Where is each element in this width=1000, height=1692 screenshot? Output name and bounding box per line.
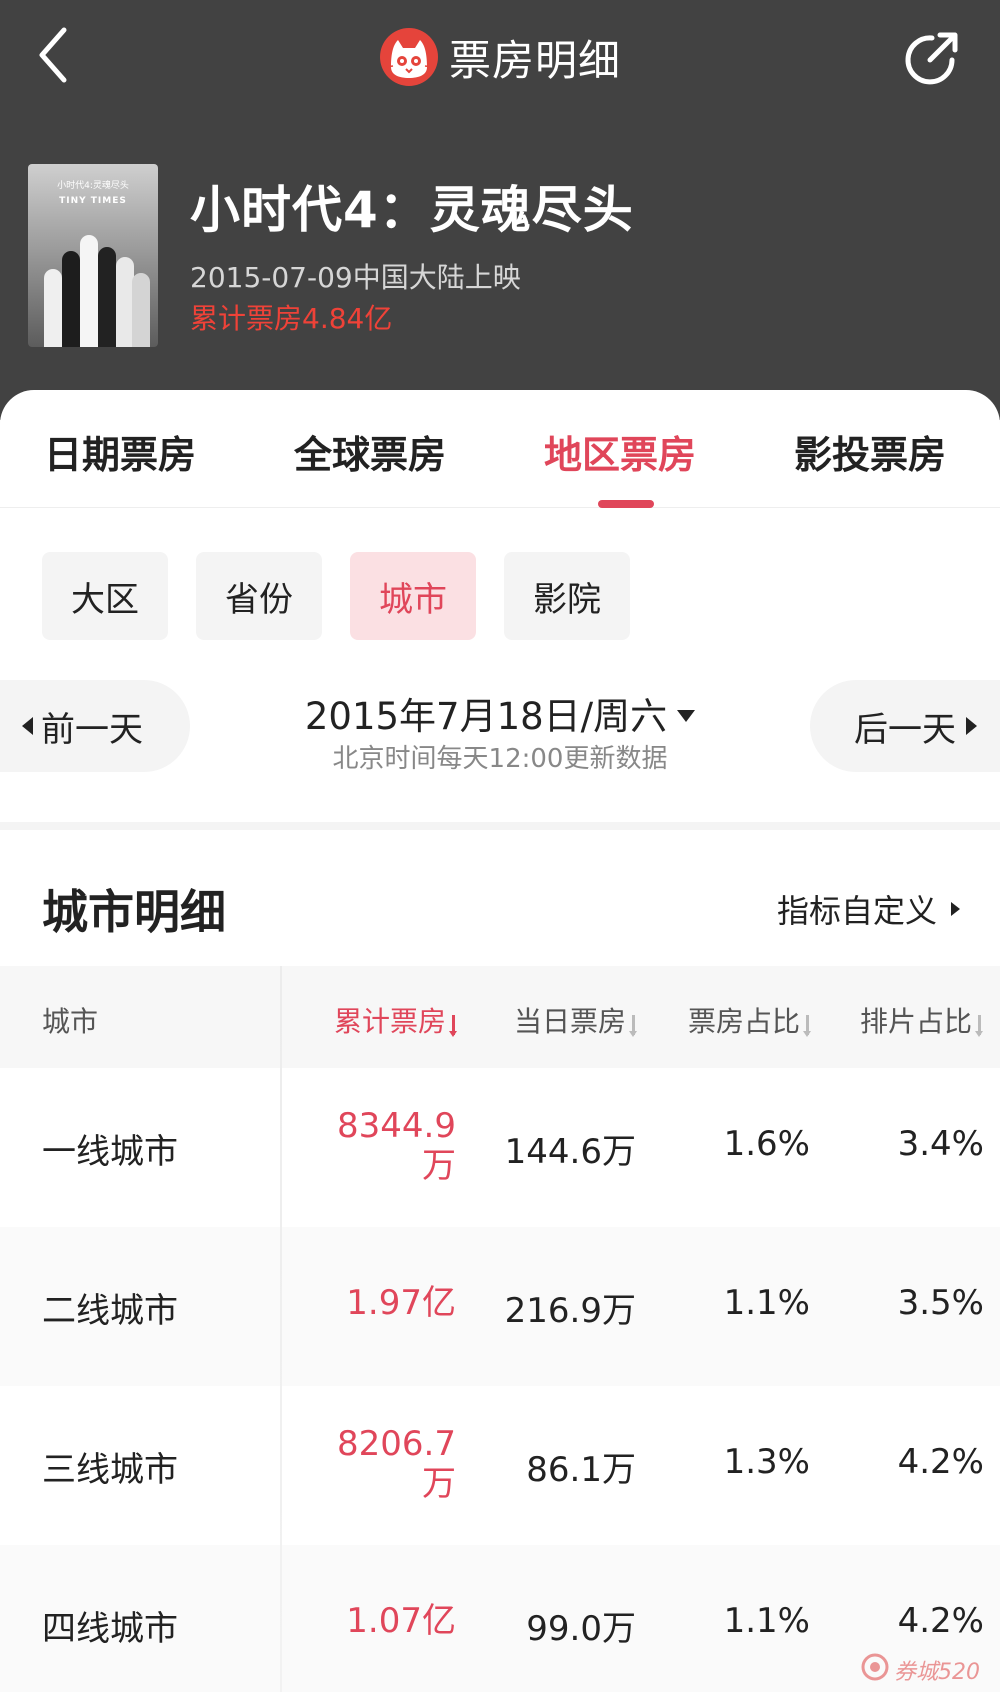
share-value: 1.1% bbox=[723, 1601, 810, 1641]
custom-metrics-label: 指标自定义 bbox=[776, 892, 937, 930]
next-day-label: 后一天 bbox=[854, 709, 956, 750]
caret-down-icon bbox=[677, 709, 696, 722]
poster-figure bbox=[132, 273, 150, 347]
page-title: 票房明细 bbox=[448, 35, 621, 85]
date-label: 2015年7月18日/周六 bbox=[304, 695, 668, 738]
tab-bar: 日期票房 全球票房 地区票房 影投票房 bbox=[0, 390, 1000, 508]
header-area: 票房明细 小时代4:灵魂尽头 TINY TIMES 小时代4：灵魂尽头 2015… bbox=[0, 0, 1000, 420]
title-bar: 票房明细 bbox=[0, 22, 1000, 92]
poster-figure bbox=[44, 269, 62, 347]
movie-poster[interactable]: 小时代4:灵魂尽头 TINY TIMES bbox=[28, 164, 158, 347]
table-header bbox=[0, 966, 1000, 1068]
share-value: 1.1% bbox=[723, 1283, 810, 1323]
table-row[interactable]: 一线城市 8344.9 万 144.6万 1.6% 3.4% bbox=[0, 1068, 1000, 1227]
custom-metrics-button[interactable]: 指标自定义 bbox=[777, 886, 960, 932]
segment-province[interactable]: 省份 bbox=[196, 552, 322, 640]
segment-cinema[interactable]: 影院 bbox=[504, 552, 630, 640]
movie-name: 小时代4：灵魂尽头 bbox=[190, 181, 634, 239]
watermark-text: 券城520 bbox=[894, 1660, 980, 1685]
table-row[interactable]: 三线城市 8206.7 万 86.1万 1.3% 4.2% bbox=[0, 1386, 1000, 1545]
share-value: 1.3% bbox=[723, 1442, 810, 1482]
col-city: 城市 bbox=[42, 1005, 99, 1038]
next-day-button[interactable]: 后一天 bbox=[810, 680, 1000, 772]
total-value: 8206.7 万 bbox=[337, 1424, 456, 1504]
tab-indicator bbox=[598, 500, 654, 508]
total-value: 1.07亿 bbox=[346, 1601, 456, 1641]
poster-figure bbox=[62, 251, 80, 347]
col-total-sort[interactable]: 累计票房 bbox=[334, 1000, 458, 1040]
table-row[interactable]: 二线城市 1.97亿 216.9万 1.1% 3.5% bbox=[0, 1227, 1000, 1386]
today-value: 86.1万 bbox=[526, 1450, 636, 1490]
sort-down-icon bbox=[449, 1015, 458, 1037]
poster-figure bbox=[80, 235, 98, 347]
watermark: 券城520 bbox=[860, 1652, 990, 1685]
schedule-value: 4.2% bbox=[897, 1442, 984, 1482]
poster-subtitle: TINY TIMES bbox=[59, 196, 127, 206]
cat-logo-icon bbox=[379, 28, 438, 86]
sort-down-icon bbox=[629, 1015, 638, 1037]
city-name: 一线城市 bbox=[42, 1132, 178, 1172]
triangle-right-icon bbox=[966, 717, 977, 735]
city-name: 三线城市 bbox=[42, 1450, 178, 1490]
segment-region[interactable]: 大区 bbox=[42, 552, 168, 640]
schedule-value: 3.4% bbox=[897, 1124, 984, 1164]
city-name: 四线城市 bbox=[42, 1609, 178, 1649]
column-divider bbox=[280, 966, 282, 1692]
total-value: 1.97亿 bbox=[346, 1283, 456, 1323]
table-row[interactable]: 四线城市 1.07亿 99.0万 1.1% 4.2% bbox=[0, 1545, 1000, 1692]
col-schedule-sort[interactable]: 排片占比 bbox=[860, 1000, 984, 1040]
today-value: 144.6万 bbox=[504, 1132, 636, 1172]
schedule-value: 3.5% bbox=[897, 1283, 984, 1323]
city-name: 二线城市 bbox=[42, 1291, 178, 1331]
city-detail-section: 城市明细 指标自定义 城市 累计票房 当日票房 票房占比 排片占比 一线城市 8… bbox=[0, 830, 1000, 1692]
share-value: 1.6% bbox=[723, 1124, 810, 1164]
tab-region[interactable]: 地区票房 bbox=[544, 424, 696, 479]
tab-daily[interactable]: 日期票房 bbox=[44, 424, 196, 479]
watermark-logo-icon bbox=[861, 1653, 889, 1681]
today-value: 216.9万 bbox=[504, 1291, 636, 1331]
schedule-value: 4.2% bbox=[897, 1601, 984, 1641]
tab-global[interactable]: 全球票房 bbox=[294, 424, 446, 479]
triangle-right-icon bbox=[951, 902, 960, 916]
col-share-sort[interactable]: 票房占比 bbox=[688, 1000, 812, 1040]
total-box-office: 累计票房4.84亿 bbox=[190, 302, 393, 335]
share-icon[interactable] bbox=[900, 26, 964, 90]
sort-down-icon bbox=[803, 1015, 812, 1037]
poster-figure bbox=[98, 247, 116, 347]
sort-down-icon bbox=[975, 1015, 984, 1037]
segment-city[interactable]: 城市 bbox=[350, 552, 476, 640]
tab-investor[interactable]: 影投票房 bbox=[794, 424, 946, 479]
release-info: 2015-07-09中国大陆上映 bbox=[190, 261, 521, 294]
filter-card: 日期票房 全球票房 地区票房 影投票房 大区 省份 城市 影院 前一天 2015… bbox=[0, 390, 1000, 822]
col-today-sort[interactable]: 当日票房 bbox=[514, 1000, 638, 1040]
total-value: 8344.9 万 bbox=[337, 1106, 456, 1186]
today-value: 99.0万 bbox=[526, 1609, 636, 1649]
section-title: 城市明细 bbox=[42, 885, 226, 939]
poster-title: 小时代4:灵魂尽头 bbox=[57, 181, 129, 191]
